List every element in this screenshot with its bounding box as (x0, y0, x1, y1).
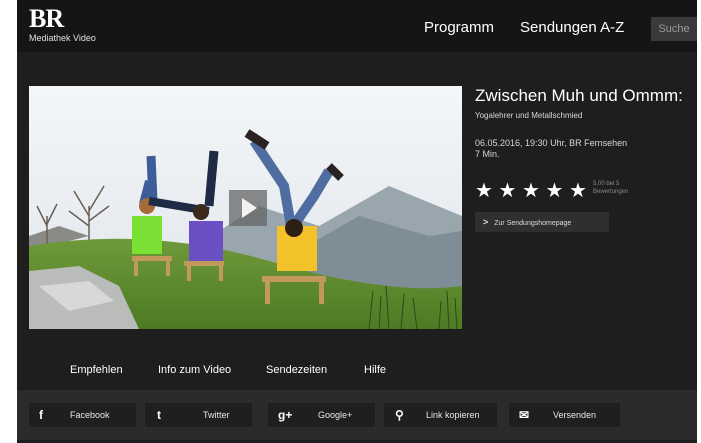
share-link-label: Link kopieren (426, 410, 480, 420)
app: BR Mediathek Video Programm Sendungen A-… (0, 0, 701, 443)
search-button[interactable]: Suche (651, 17, 697, 41)
star-icon[interactable]: ★ (475, 180, 493, 202)
share-facebook-label: Facebook (70, 410, 110, 420)
tab-empfehlen[interactable]: Empfehlen (70, 364, 123, 376)
rating-label: Bewertungen (593, 189, 629, 195)
tab-sendezeiten[interactable]: Sendezeiten (266, 364, 327, 376)
star-icon[interactable]: ★ (499, 180, 517, 202)
share-link-button[interactable]: ⚲ Link kopieren (384, 403, 497, 427)
tab-info-zum-video[interactable]: Info zum Video (158, 364, 231, 376)
video-subtitle: Yogalehrer und Metallschmied (475, 111, 583, 120)
video-duration: 7 Min. (475, 149, 500, 159)
homepage-button-label: Zur Sendungshomepage (494, 220, 572, 227)
googleplus-icon: g+ (278, 408, 293, 422)
mail-icon: ✉ (519, 408, 530, 422)
broadcast-date: 06.05.2016, 19:30 Uhr, BR Fernsehen (475, 138, 628, 148)
logo-subtitle: Mediathek Video (29, 33, 96, 43)
share-googleplus-button[interactable]: g+ Google+ (268, 403, 375, 427)
star-icon[interactable]: ★ (522, 180, 540, 202)
logo-text: BR (29, 4, 64, 33)
video-title: Zwischen Muh und Ommm: (475, 86, 683, 105)
rating-count: 5,00 bei 5 Bewertungen (593, 180, 628, 196)
share-twitter-button[interactable]: t Twitter (145, 403, 252, 427)
homepage-button[interactable]: > Zur Sendungshomepage (475, 212, 609, 232)
br-logo[interactable]: BR Mediathek Video (29, 4, 96, 44)
nav-sendungen-a-z[interactable]: Sendungen A-Z (520, 19, 624, 36)
share-twitter-label: Twitter (203, 410, 230, 420)
share-googleplus-label: Google+ (318, 410, 353, 420)
share-mail-button[interactable]: ✉ Versenden (509, 403, 620, 427)
share-facebook-button[interactable]: f Facebook (29, 403, 136, 427)
twitter-icon: t (157, 408, 161, 422)
star-icon[interactable]: ★ (546, 180, 564, 202)
nav-programm[interactable]: Programm (424, 19, 494, 36)
star-icon[interactable]: ★ (569, 180, 587, 202)
link-icon: ⚲ (395, 408, 404, 422)
play-icon (242, 198, 257, 218)
rating-stars[interactable]: ★ ★ ★ ★ ★ (475, 178, 587, 203)
rating-score: 5,00 bei 5 (593, 181, 620, 187)
tab-hilfe[interactable]: Hilfe (364, 364, 386, 376)
chevron-right-icon: > (483, 217, 489, 227)
facebook-icon: f (39, 408, 43, 422)
broadcast-info: 06.05.2016, 19:30 Uhr, BR Fernsehen 7 Mi… (475, 138, 627, 160)
share-mail-label: Versenden (553, 410, 597, 420)
play-button[interactable] (229, 190, 267, 226)
